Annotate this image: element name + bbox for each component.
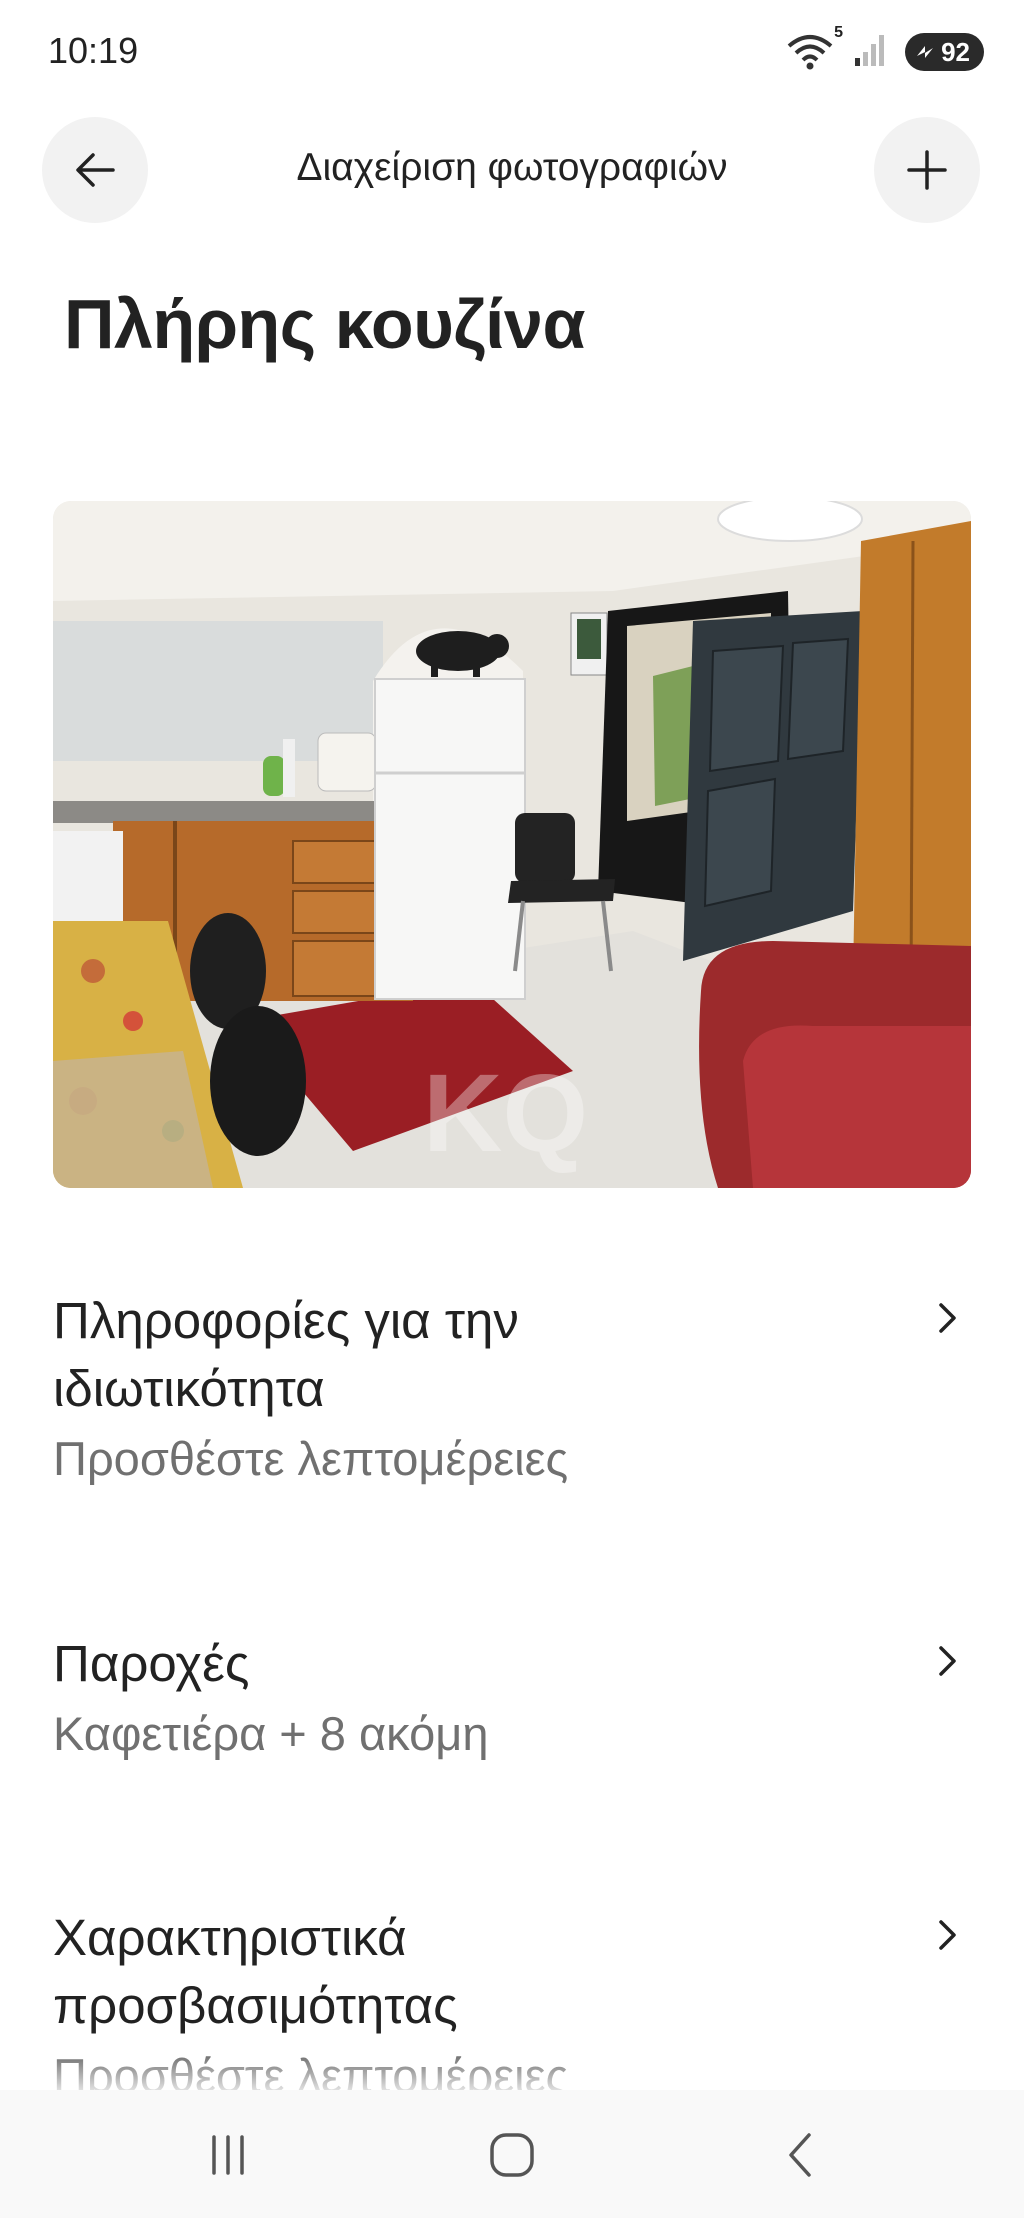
amenities-title: Παροχές	[53, 1635, 250, 1692]
privacy-info-subtitle: Προσθέστε λεπτομέρειες	[53, 1432, 569, 1485]
amenities-row[interactable]: Παροχές Καφετιέρα + 8 ακόμη	[53, 1630, 971, 1766]
battery-level: 92	[941, 36, 970, 67]
recent-apps-icon	[212, 2135, 244, 2175]
accessibility-title: Χαρακτηριστικά προσβασιμότητας	[53, 1904, 971, 2040]
status-icons: 5 92	[785, 24, 984, 74]
back-icon	[789, 2133, 811, 2177]
chevron-right-icon	[939, 1920, 956, 1950]
privacy-info-title: Πληροφορίες για την ιδιωτικότητα	[53, 1287, 971, 1423]
kitchen-photo-illustration: KQ	[53, 501, 971, 1188]
battery-icon: 92	[905, 33, 984, 71]
amenities-subtitle: Καφετιέρα + 8 ακόμη	[53, 1707, 489, 1760]
page-title: Πλήρης κουζίνα	[64, 285, 586, 363]
add-photo-button[interactable]	[874, 117, 980, 223]
signal-icon	[853, 32, 887, 73]
accessibility-title-line2: προσβασιμότητας	[53, 1977, 458, 2034]
photo-watermark: KQ	[423, 1052, 588, 1175]
status-time: 10:19	[48, 30, 139, 71]
chevron-right-icon	[939, 1646, 956, 1676]
privacy-info-title-line2: ιδιωτικότητα	[53, 1360, 325, 1417]
home-button[interactable]	[472, 2120, 552, 2190]
recent-apps-button[interactable]	[188, 2120, 268, 2190]
header-title: Διαχείριση φωτογραφιών	[296, 146, 728, 189]
system-nav-bar	[0, 2090, 1024, 2218]
wifi-badge: 5	[834, 24, 844, 41]
chevron-right-icon	[939, 1303, 956, 1333]
home-icon	[490, 2133, 534, 2177]
privacy-info-title-line1: Πληροφορίες για την	[53, 1292, 519, 1349]
accessibility-title-line1: Χαρακτηριστικά	[53, 1909, 407, 1966]
privacy-info-row[interactable]: Πληροφορίες για την ιδιωτικότητα Προσθέσ…	[53, 1287, 971, 1491]
room-photo[interactable]: KQ	[53, 501, 971, 1188]
wifi-icon: 5	[785, 24, 843, 72]
plus-icon	[907, 150, 947, 190]
system-back-button[interactable]	[760, 2120, 840, 2190]
